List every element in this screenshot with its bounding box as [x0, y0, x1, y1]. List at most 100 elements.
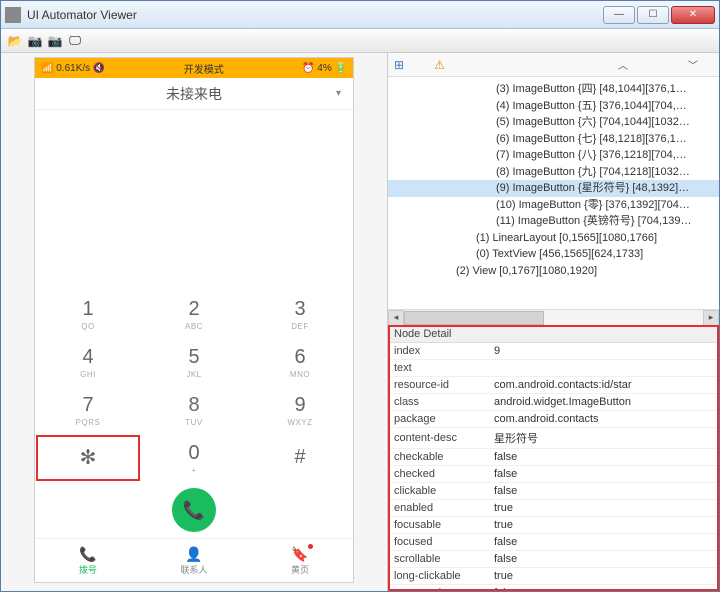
tree-row[interactable]: (11) ImageButton {英镑符号} [704,139…	[388, 213, 719, 230]
key-hash[interactable]: #	[247, 434, 353, 482]
detail-value: false	[488, 483, 719, 500]
tree-row[interactable]: (7) ImageButton {八} [376,1218][704,…	[388, 147, 719, 164]
content: 📶 0.61K/s 🔇 开发模式 ⏰ 4% 🔋 未接来电 ▾ 1QO 2ABC …	[1, 53, 719, 591]
scroll-right-button[interactable]: ▸	[703, 310, 719, 326]
tab-yellowpages[interactable]: 🔖黄页	[247, 539, 353, 582]
status-left: 📶 0.61K/s 🔇	[41, 63, 105, 74]
dial-button[interactable]: 📞	[172, 488, 216, 532]
detail-row: index9	[388, 343, 719, 360]
detail-key: focusable	[388, 517, 488, 534]
detail-key: checkable	[388, 449, 488, 466]
detail-value: android.widget.ImageButton	[488, 394, 719, 411]
key-9[interactable]: 9WXYZ	[247, 386, 353, 434]
toolbar: 📂 📷 📷 🖵	[1, 29, 719, 53]
notification-dot	[308, 544, 313, 549]
scroll-left-button[interactable]: ◂	[388, 310, 404, 326]
detail-value: 星形符号	[488, 428, 719, 449]
phone-screenshot: 📶 0.61K/s 🔇 开发模式 ⏰ 4% 🔋 未接来电 ▾ 1QO 2ABC …	[34, 57, 354, 583]
tree-row[interactable]: (9) ImageButton {星形符号} [48,1392]…	[388, 180, 719, 197]
detail-row: focusedfalse	[388, 534, 719, 551]
detail-table: index9textresource-idcom.android.contact…	[388, 343, 719, 591]
detail-key: checked	[388, 466, 488, 483]
tree-row[interactable]: (8) ImageButton {九} [704,1218][1032…	[388, 164, 719, 181]
window-controls: — ☐ ✕	[601, 6, 715, 24]
detail-row: clickablefalse	[388, 483, 719, 500]
detail-value: true	[488, 568, 719, 585]
detail-row: long-clickabletrue	[388, 568, 719, 585]
tree-row[interactable]: (10) ImageButton {零} [376,1392][704…	[388, 197, 719, 214]
phone-icon: 📞	[183, 500, 205, 521]
contacts-icon: 👤	[185, 546, 202, 563]
detail-row: classandroid.widget.ImageButton	[388, 394, 719, 411]
phone-title: 未接来电	[166, 84, 222, 104]
phone-statusbar: 📶 0.61K/s 🔇 开发模式 ⏰ 4% 🔋	[35, 58, 353, 78]
status-center: 开发模式	[105, 61, 302, 76]
key-2[interactable]: 2ABC	[141, 290, 247, 338]
yellowpages-icon: 🔖	[291, 546, 308, 563]
detail-row: checkedfalse	[388, 466, 719, 483]
hierarchy-tree[interactable]: (3) ImageButton {四} [48,1044][376,1…(4) …	[388, 77, 719, 309]
app-icon	[5, 7, 21, 23]
detail-key: index	[388, 343, 488, 360]
phone-body	[35, 110, 353, 290]
horizontal-scrollbar[interactable]: ◂ ▸	[388, 309, 719, 325]
detail-header: Node Detail	[388, 326, 719, 343]
key-1[interactable]: 1QO	[35, 290, 141, 338]
key-0[interactable]: 0+	[141, 434, 247, 482]
detail-value: 9	[488, 343, 719, 360]
detail-key: long-clickable	[388, 568, 488, 585]
titlebar: UI Automator Viewer — ☐ ✕	[1, 1, 719, 29]
collapse-up-button[interactable]: ︿	[603, 57, 643, 72]
screenshot2-icon[interactable]: 📷	[47, 33, 63, 49]
detail-value: false	[488, 551, 719, 568]
tab-dial[interactable]: 📞拨号	[35, 539, 141, 582]
dial-icon: 📞	[79, 546, 96, 563]
node-detail-pane: Node Detail index9textresource-idcom.and…	[388, 325, 719, 591]
detail-key: package	[388, 411, 488, 428]
open-icon[interactable]: 📂	[7, 33, 23, 49]
tree-row[interactable]: (2) View [0,1767][1080,1920]	[388, 263, 719, 280]
warning-icon[interactable]: ⚠	[434, 58, 445, 72]
maximize-button[interactable]: ☐	[637, 6, 669, 24]
device-preview-pane: 📶 0.61K/s 🔇 开发模式 ⏰ 4% 🔋 未接来电 ▾ 1QO 2ABC …	[1, 53, 387, 591]
detail-row: text	[388, 360, 719, 377]
tree-row[interactable]: (1) LinearLayout [0,1565][1080,1766]	[388, 230, 719, 247]
detail-key: focused	[388, 534, 488, 551]
detail-row: checkablefalse	[388, 449, 719, 466]
key-8[interactable]: 8TUV	[141, 386, 247, 434]
app-window: UI Automator Viewer — ☐ ✕ 📂 📷 📷 🖵 📶 0.61…	[0, 0, 720, 592]
tree-row[interactable]: (6) ImageButton {七} [48,1218][376,1…	[388, 131, 719, 148]
dialpad: 1QO 2ABC 3DEF 4GHI 5JKL 6MNO 7PQRS 8TUV …	[35, 290, 353, 482]
key-3[interactable]: 3DEF	[247, 290, 353, 338]
detail-value: false	[488, 449, 719, 466]
detail-value: false	[488, 534, 719, 551]
close-button[interactable]: ✕	[671, 6, 715, 24]
expand-icon[interactable]: ⊞	[394, 58, 404, 72]
scroll-thumb[interactable]	[404, 311, 544, 325]
detail-value: true	[488, 517, 719, 534]
tree-row[interactable]: (4) ImageButton {五} [376,1044][704,…	[388, 98, 719, 115]
tree-row[interactable]: (5) ImageButton {六} [704,1044][1032…	[388, 114, 719, 131]
tree-row[interactable]: (0) TextView [456,1565][624,1733]	[388, 246, 719, 263]
detail-key: text	[388, 360, 488, 377]
detail-key: class	[388, 394, 488, 411]
key-7[interactable]: 7PQRS	[35, 386, 141, 434]
save-icon[interactable]: 🖵	[67, 33, 83, 49]
detail-row: enabledtrue	[388, 500, 719, 517]
screenshot-icon[interactable]: 📷	[27, 33, 43, 49]
key-4[interactable]: 4GHI	[35, 338, 141, 386]
key-6[interactable]: 6MNO	[247, 338, 353, 386]
key-star[interactable]: ✻	[35, 434, 141, 482]
detail-key: clickable	[388, 483, 488, 500]
detail-key: password	[388, 585, 488, 592]
expand-down-button[interactable]: ﹀	[673, 57, 713, 72]
tab-contacts[interactable]: 👤联系人	[141, 539, 247, 582]
tree-row[interactable]: (3) ImageButton {四} [48,1044][376,1…	[388, 81, 719, 98]
minimize-button[interactable]: —	[603, 6, 635, 24]
detail-key: enabled	[388, 500, 488, 517]
key-5[interactable]: 5JKL	[141, 338, 247, 386]
scroll-track[interactable]	[404, 311, 703, 325]
detail-key: resource-id	[388, 377, 488, 394]
detail-key: content-desc	[388, 428, 488, 449]
detail-row: scrollablefalse	[388, 551, 719, 568]
